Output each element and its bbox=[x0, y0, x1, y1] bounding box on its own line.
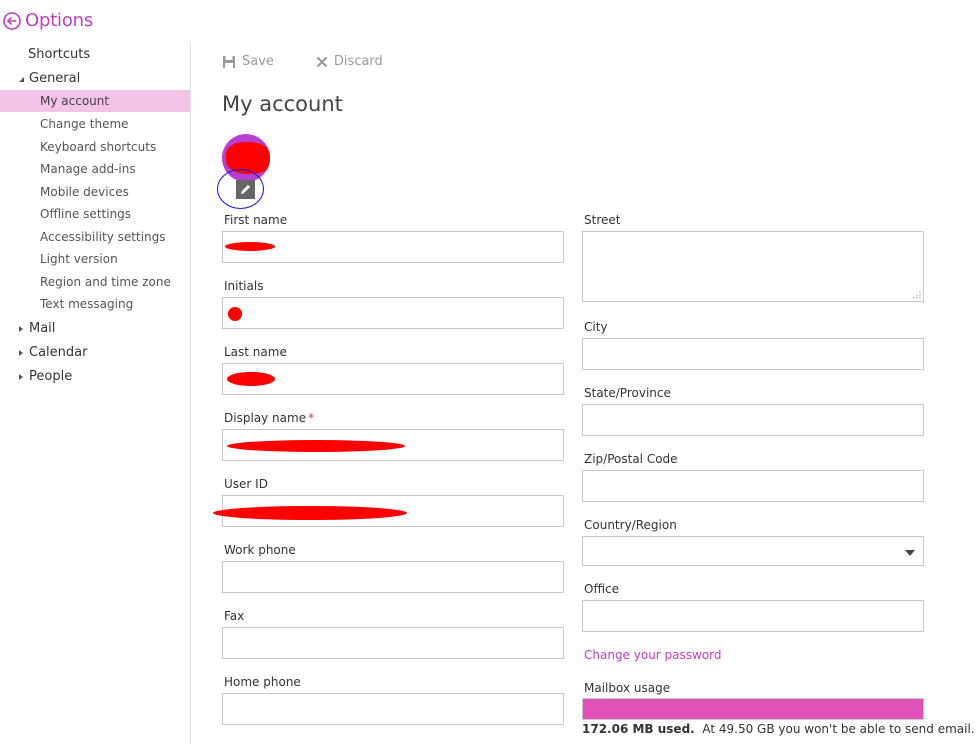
first-name-field[interactable] bbox=[222, 231, 564, 263]
user-id-field[interactable] bbox=[213, 495, 564, 527]
sidebar-section-mail-label: Mail bbox=[29, 321, 56, 336]
street-textarea[interactable] bbox=[582, 231, 924, 302]
last-name-field[interactable] bbox=[222, 363, 564, 395]
sidebar-item-offline-settings[interactable]: Offline settings bbox=[0, 203, 190, 225]
discard-label: Discard bbox=[333, 54, 383, 69]
sidebar-item-mobile-devices[interactable]: Mobile devices bbox=[0, 181, 190, 203]
sidebar-item-change-theme[interactable]: Change theme bbox=[0, 113, 190, 135]
options-back-link[interactable]: Options bbox=[3, 10, 93, 31]
save-label: Save bbox=[242, 54, 274, 69]
work-phone-label: Work phone bbox=[224, 543, 296, 557]
city-label: City bbox=[584, 320, 608, 334]
last-name-label: Last name bbox=[224, 345, 287, 359]
mailbox-used-amount: 172.06 MB used. bbox=[582, 722, 695, 736]
display-name-field[interactable] bbox=[222, 429, 564, 461]
redaction-mark bbox=[228, 307, 242, 321]
sidebar-section-mail[interactable]: Mail bbox=[16, 321, 55, 336]
discard-button[interactable]: Discard bbox=[316, 54, 383, 69]
zip-code-field[interactable] bbox=[582, 470, 924, 502]
expand-triangle-icon bbox=[19, 373, 23, 380]
sidebar-item-region-time-zone[interactable]: Region and time zone bbox=[0, 271, 190, 293]
collapse-triangle-icon bbox=[19, 76, 24, 82]
redaction-mark bbox=[213, 506, 407, 520]
sidebar-item-text-messaging[interactable]: Text messaging bbox=[0, 293, 190, 315]
edit-photo-button[interactable] bbox=[236, 180, 255, 199]
options-title: Options bbox=[25, 10, 94, 31]
initials-label: Initials bbox=[224, 279, 264, 293]
sidebar-section-general-label: General bbox=[29, 71, 81, 86]
state-province-label: State/Province bbox=[584, 386, 671, 400]
mailbox-usage-label: Mailbox usage bbox=[584, 681, 671, 695]
sidebar-item-accessibility-settings[interactable]: Accessibility settings bbox=[0, 226, 190, 248]
sidebar-item-light-version[interactable]: Light version bbox=[0, 248, 190, 270]
display-name-label: Display name * bbox=[224, 411, 314, 425]
redaction-mark bbox=[227, 372, 275, 386]
redaction-mark bbox=[225, 242, 275, 251]
sidebar-section-general[interactable]: General bbox=[16, 71, 80, 86]
sidebar-section-people[interactable]: People bbox=[16, 369, 72, 384]
country-region-select[interactable] bbox=[582, 536, 924, 566]
change-password-link[interactable]: Change your password bbox=[584, 648, 722, 662]
first-name-label: First name bbox=[224, 213, 288, 227]
city-field[interactable] bbox=[582, 338, 924, 370]
home-phone-field[interactable] bbox=[222, 693, 564, 725]
required-marker: * bbox=[308, 411, 315, 425]
street-label: Street bbox=[584, 213, 621, 227]
sidebar-item-manage-add-ins[interactable]: Manage add-ins bbox=[0, 158, 190, 180]
sidebar-section-calendar[interactable]: Calendar bbox=[16, 345, 87, 360]
page-title: My account bbox=[222, 92, 343, 116]
office-label: Office bbox=[584, 582, 620, 596]
home-phone-label: Home phone bbox=[224, 675, 301, 689]
sidebar-item-my-account[interactable]: My account bbox=[0, 90, 190, 112]
sidebar-nav: Shortcuts General My account Change them… bbox=[0, 42, 191, 744]
pencil-icon bbox=[241, 185, 250, 194]
user-id-label: User ID bbox=[224, 477, 268, 491]
work-phone-field[interactable] bbox=[222, 561, 564, 593]
dropdown-arrow-icon bbox=[905, 550, 915, 556]
mailbox-limit-note: At 49.50 GB you won't be able to send em… bbox=[702, 722, 975, 736]
expand-triangle-icon bbox=[19, 325, 23, 332]
mailbox-usage-fill bbox=[583, 699, 923, 719]
display-name-label-text: Display name bbox=[224, 411, 307, 425]
sidebar-item-keyboard-shortcuts[interactable]: Keyboard shortcuts bbox=[0, 136, 190, 158]
country-region-label: Country/Region bbox=[584, 518, 677, 532]
back-arrow-circle-icon bbox=[3, 11, 21, 30]
zip-code-label: Zip/Postal Code bbox=[584, 452, 678, 466]
initials-field[interactable] bbox=[222, 297, 564, 329]
fax-label: Fax bbox=[224, 609, 245, 623]
sidebar-section-people-label: People bbox=[29, 369, 73, 384]
sidebar-section-calendar-label: Calendar bbox=[29, 345, 88, 360]
redaction-mark bbox=[227, 440, 405, 452]
save-button[interactable]: Save bbox=[222, 54, 274, 69]
state-province-field[interactable] bbox=[582, 404, 924, 436]
fax-field[interactable] bbox=[222, 627, 564, 659]
toolbar: Save Discard bbox=[222, 54, 425, 69]
mailbox-usage-text: 172.06 MB used. At 49.50 GB you won't be… bbox=[582, 722, 975, 736]
sidebar-item-shortcuts[interactable]: Shortcuts bbox=[28, 47, 90, 62]
mailbox-usage-bar bbox=[582, 698, 924, 720]
close-x-icon bbox=[316, 56, 328, 67]
office-field[interactable] bbox=[582, 600, 924, 632]
save-disk-icon bbox=[223, 55, 235, 68]
expand-triangle-icon bbox=[19, 349, 23, 356]
resize-grip-icon[interactable] bbox=[913, 291, 921, 299]
